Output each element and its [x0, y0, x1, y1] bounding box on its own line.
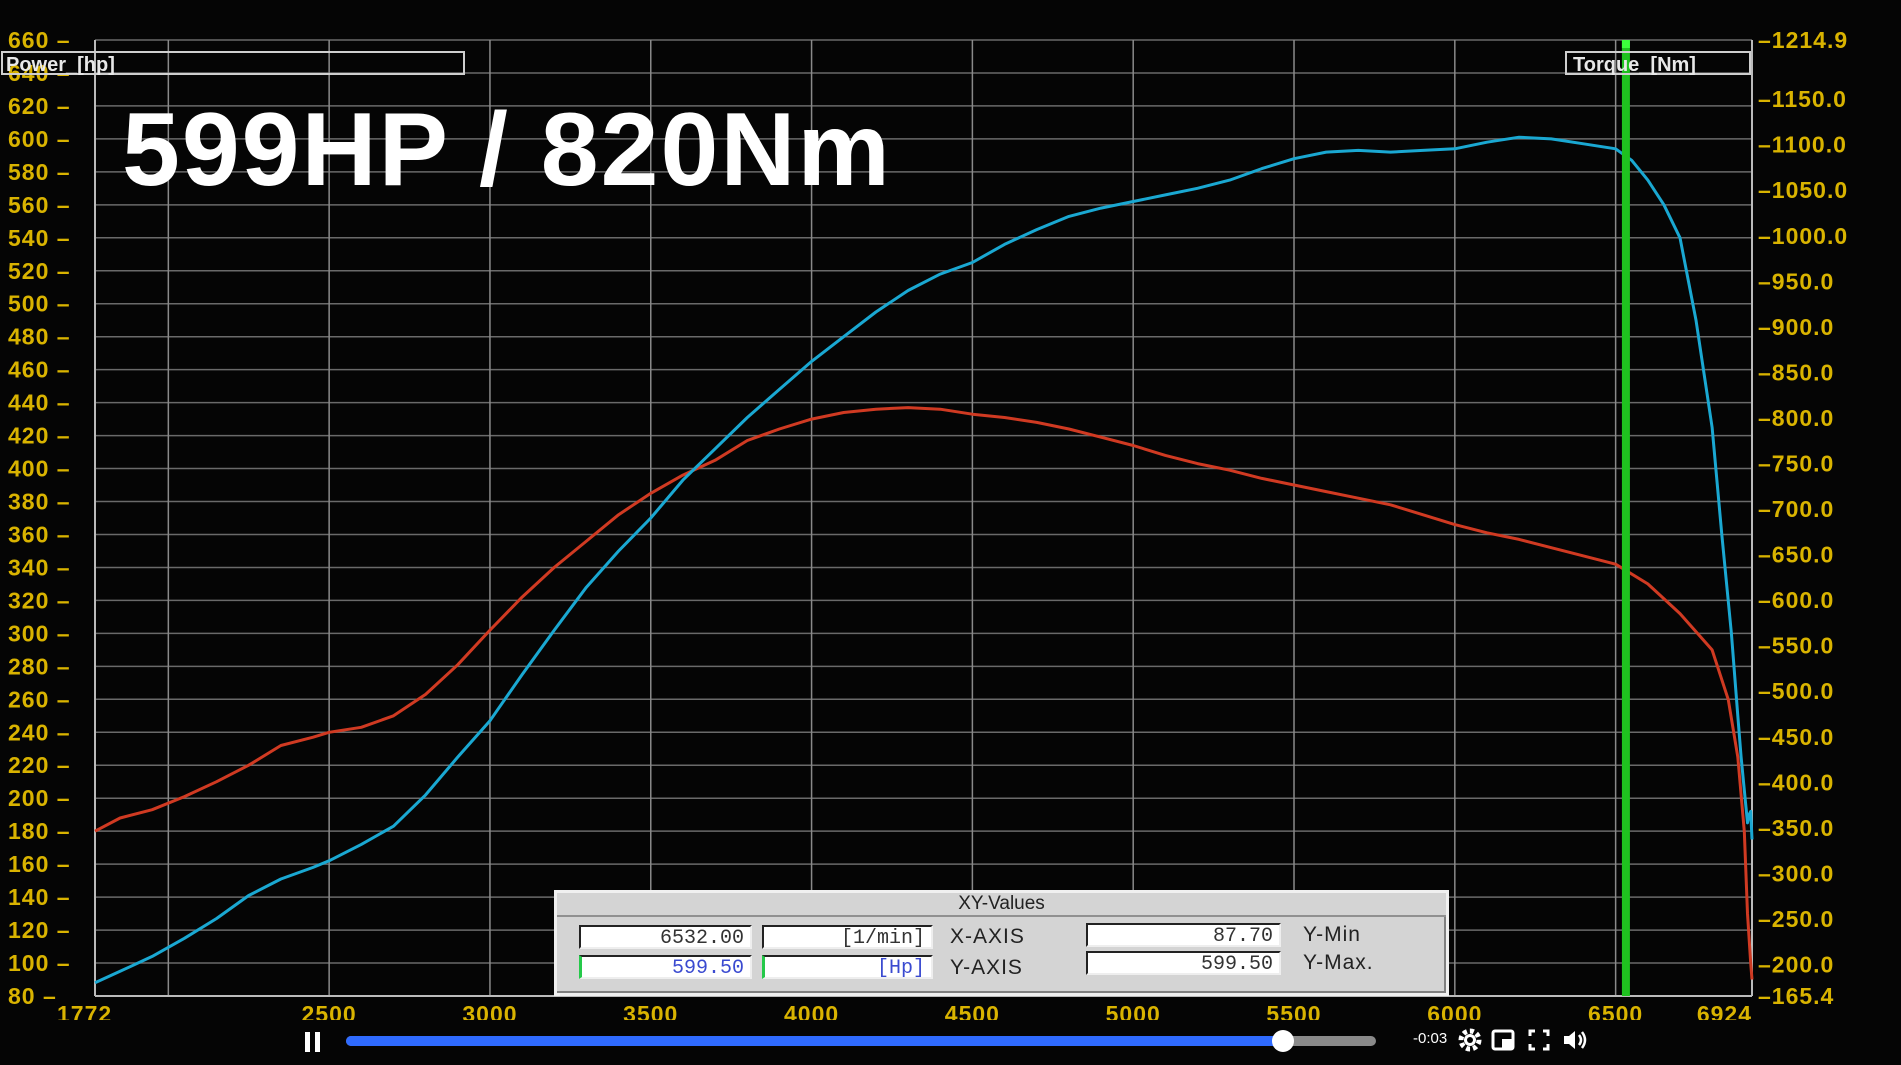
left-tick-label: 100 –: [8, 950, 71, 976]
right-tick-label: –1100.0: [1758, 132, 1847, 158]
right-tick-label: –550.0: [1758, 633, 1834, 659]
x-tick-label: 2500: [302, 1001, 357, 1020]
left-tick-label: 620 –: [8, 93, 71, 119]
left-tick-label: 200 –: [8, 785, 71, 811]
right-tick-label: –1050.0: [1758, 177, 1848, 203]
cursor-marker: [1621, 40, 1630, 48]
left-tick-label: 360 –: [8, 521, 71, 547]
pause-button[interactable]: [305, 1032, 321, 1052]
left-tick-label: 440 –: [8, 390, 71, 416]
left-axis-label: Power_[hp]: [6, 54, 115, 76]
right-tick-label: –900.0: [1758, 314, 1834, 340]
right-tick-label: –250.0: [1758, 906, 1834, 932]
left-tick-label: 300 –: [8, 620, 71, 646]
time-remaining: -0:03: [1413, 1030, 1448, 1047]
player-controls: -0:03: [0, 1020, 1901, 1065]
right-tick-label: –200.0: [1758, 951, 1834, 977]
left-tick-label: 600 –: [8, 126, 71, 152]
xy-values-panel: XY-Values 6532.00 [1/min] X-AXIS 87.70 Y…: [554, 890, 1449, 996]
right-tick-label: –350.0: [1758, 815, 1834, 841]
ymin-label: Y-Min: [1303, 923, 1361, 946]
left-tick-label: 580 –: [8, 159, 71, 185]
left-tick-label: 540 –: [8, 225, 71, 251]
x-tick-label: 6924: [1697, 1001, 1752, 1020]
left-tick-label: 380 –: [8, 489, 71, 515]
left-tick-label: 320 –: [8, 587, 71, 613]
left-tick-label: 400 –: [8, 456, 71, 482]
left-tick-label: 480 –: [8, 324, 71, 350]
x-tick-label: 4000: [784, 1001, 839, 1020]
x-tick-label: 6000: [1427, 1001, 1482, 1020]
y-value-field: 599.50: [579, 955, 752, 980]
left-tick-label: 340 –: [8, 554, 71, 580]
x-tick-label: 5000: [1106, 1001, 1161, 1020]
fullscreen-icon[interactable]: [1524, 1025, 1554, 1055]
left-tick-label: 120 –: [8, 917, 71, 943]
x-tick-label: 4500: [945, 1001, 1000, 1020]
x-axis-label: X-AXIS: [950, 925, 1025, 948]
left-tick-label: 420 –: [8, 423, 71, 449]
pause-icon: [305, 1032, 310, 1052]
right-tick-label: –1214.9: [1758, 27, 1848, 53]
right-tick-label: –950.0: [1758, 268, 1834, 294]
right-tick-label: –300.0: [1758, 860, 1834, 886]
video-frame: 660 –640 –620 –600 –580 –560 –540 –520 –…: [0, 0, 1901, 1065]
left-tick-label: 80 –: [8, 983, 57, 1009]
xy-panel-title: XY-Values: [557, 893, 1446, 917]
x-tick-label: 3500: [623, 1001, 678, 1020]
left-tick-label: 560 –: [8, 192, 71, 218]
left-tick-label: 160 –: [8, 851, 71, 877]
right-axis-label: Torque_[Nm]: [1573, 54, 1696, 76]
right-tick-label: –450.0: [1758, 724, 1834, 750]
right-tick-label: –600.0: [1758, 587, 1834, 613]
x-tick-label: 1772: [57, 1001, 112, 1020]
left-tick-label: 500 –: [8, 291, 71, 317]
right-tick-label: –700.0: [1758, 496, 1834, 522]
seek-progress: [346, 1036, 1284, 1046]
right-tick-label: –800.0: [1758, 405, 1834, 431]
right-tick-label: –1000.0: [1758, 223, 1848, 249]
left-tick-label: 520 –: [8, 258, 71, 284]
y-axis-label: Y-AXIS: [950, 956, 1023, 979]
left-tick-label: 660 –: [8, 27, 71, 53]
left-tick-label: 220 –: [8, 752, 71, 778]
right-tick-label: –650.0: [1758, 542, 1834, 568]
left-tick-label: 260 –: [8, 686, 71, 712]
ymax-label: Y-Max.: [1303, 951, 1374, 974]
x-tick-label: 6500: [1588, 1001, 1643, 1020]
pause-icon-bar: [315, 1032, 320, 1052]
y-unit-field: [Hp]: [762, 955, 933, 980]
ymax-value-field: 599.50: [1086, 951, 1281, 976]
left-tick-label: 180 –: [8, 818, 71, 844]
right-tick-label: –850.0: [1758, 359, 1834, 385]
left-tick-label: 280 –: [8, 653, 71, 679]
ymin-value-field: 87.70: [1086, 923, 1281, 948]
picture-in-picture-icon[interactable]: [1488, 1025, 1518, 1055]
x-tick-label: 3000: [462, 1001, 517, 1020]
volume-icon[interactable]: [1560, 1025, 1590, 1055]
left-tick-label: 240 –: [8, 719, 71, 745]
seek-handle[interactable]: [1272, 1030, 1295, 1052]
x-value-field: 6532.00: [579, 925, 752, 950]
right-tick-label: –1150.0: [1758, 86, 1847, 112]
settings-gear-icon[interactable]: [1455, 1025, 1485, 1055]
left-tick-label: 140 –: [8, 884, 71, 910]
x-unit-field: [1/min]: [762, 925, 933, 950]
x-tick-label: 5500: [1266, 1001, 1321, 1020]
right-tick-label: –750.0: [1758, 450, 1834, 476]
right-tick-label: –500.0: [1758, 678, 1834, 704]
right-tick-label: –400.0: [1758, 769, 1834, 795]
left-tick-label: 460 –: [8, 357, 71, 383]
overlay-title: 599HP / 820Nm: [122, 92, 892, 208]
right-tick-label: –165.4: [1758, 983, 1834, 1009]
seek-bar[interactable]: [346, 1030, 1376, 1052]
